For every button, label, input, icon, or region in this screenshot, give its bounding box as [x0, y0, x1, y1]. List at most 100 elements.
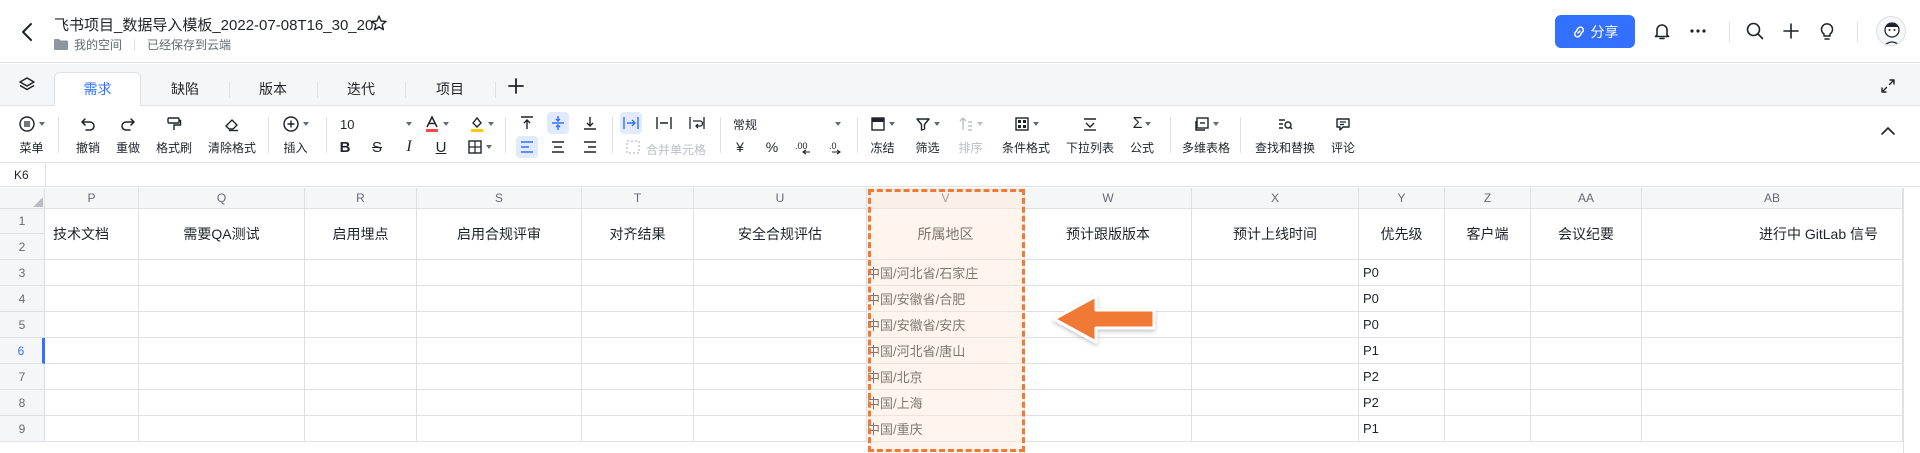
bold-button[interactable]: B — [334, 136, 356, 158]
region-cell[interactable]: 中国/河北省/石家庄 — [867, 260, 1025, 286]
table-cell[interactable] — [582, 390, 694, 416]
underline-button[interactable]: U — [430, 136, 452, 158]
table-cell[interactable] — [1025, 260, 1192, 286]
table-cell[interactable] — [1642, 286, 1903, 312]
row-header[interactable]: 4 — [0, 286, 45, 312]
tab-projects[interactable]: 项目 — [405, 72, 495, 106]
cell-reference[interactable]: K6 — [14, 168, 29, 182]
currency-button[interactable]: ¥ — [729, 136, 751, 158]
table-cell[interactable] — [1642, 260, 1903, 286]
row-header[interactable]: 3 — [0, 260, 45, 286]
column-header[interactable]: V — [867, 188, 1025, 209]
table-cell[interactable] — [694, 416, 867, 442]
align-middle-button[interactable] — [547, 112, 569, 134]
plus-icon[interactable] — [1779, 19, 1803, 43]
add-tab-icon[interactable] — [506, 76, 526, 96]
table-cell[interactable] — [1445, 416, 1531, 442]
table-cell[interactable] — [1642, 312, 1903, 338]
table-cell[interactable] — [305, 286, 417, 312]
priority-cell[interactable]: P1 — [1359, 416, 1445, 442]
row-header[interactable]: 5 — [0, 312, 45, 338]
column-header[interactable]: T — [582, 188, 694, 209]
more-icon[interactable] — [1686, 19, 1710, 43]
clear-format-button[interactable]: 清除格式 — [208, 113, 256, 156]
column-header[interactable]: W — [1025, 188, 1192, 209]
search-icon[interactable] — [1743, 19, 1767, 43]
table-cell[interactable] — [1192, 364, 1359, 390]
table-cell[interactable] — [305, 390, 417, 416]
table-cell[interactable] — [694, 312, 867, 338]
column-header[interactable]: AB — [1642, 188, 1903, 209]
table-cell[interactable] — [582, 364, 694, 390]
insert-button[interactable]: 插入 — [282, 113, 309, 156]
italic-button[interactable]: I — [398, 136, 420, 158]
table-cell[interactable] — [1445, 260, 1531, 286]
border-button[interactable] — [462, 136, 496, 158]
table-cell[interactable] — [45, 312, 139, 338]
row-header[interactable]: 1 — [0, 209, 45, 234]
table-cell[interactable] — [1445, 312, 1531, 338]
table-cell[interactable] — [1445, 286, 1531, 312]
header-cell[interactable]: 预计上线时间 — [1192, 209, 1359, 260]
table-cell[interactable] — [417, 312, 582, 338]
tab-requirements[interactable]: 需求 — [54, 72, 141, 106]
table-cell[interactable] — [139, 312, 305, 338]
table-cell[interactable] — [417, 364, 582, 390]
multi-dim-table-button[interactable]: 多维表格 — [1182, 113, 1230, 156]
table-cell[interactable] — [417, 286, 582, 312]
font-size-select[interactable]: 10 — [340, 114, 412, 134]
table-cell[interactable] — [305, 416, 417, 442]
row-header[interactable]: 7 — [0, 364, 45, 390]
table-cell[interactable] — [417, 338, 582, 364]
table-cell[interactable] — [582, 416, 694, 442]
merge-cells-button[interactable]: 合并单元格 — [646, 141, 706, 158]
filter-button[interactable]: 筛选 — [915, 113, 940, 156]
table-cell[interactable] — [1445, 390, 1531, 416]
header-cell[interactable]: 对齐结果 — [582, 209, 694, 260]
table-cell[interactable] — [694, 338, 867, 364]
table-cell[interactable] — [45, 364, 139, 390]
row-header[interactable]: 9 — [0, 416, 45, 442]
align-top-button[interactable] — [516, 112, 538, 134]
table-cell[interactable] — [1642, 416, 1903, 442]
row-header[interactable]: 8 — [0, 390, 45, 416]
column-header[interactable]: Q — [139, 188, 305, 209]
table-cell[interactable] — [1642, 338, 1903, 364]
table-cell[interactable] — [45, 338, 139, 364]
header-cell[interactable]: 安全合规评估 — [694, 209, 867, 260]
table-cell[interactable] — [305, 338, 417, 364]
tab-iterations[interactable]: 迭代 — [317, 72, 405, 106]
lightbulb-icon[interactable] — [1815, 19, 1839, 43]
table-cell[interactable] — [1642, 390, 1903, 416]
table-cell[interactable] — [582, 312, 694, 338]
sort-button[interactable]: 排序 — [958, 113, 983, 156]
table-cell[interactable] — [417, 260, 582, 286]
table-cell[interactable] — [1192, 260, 1359, 286]
table-cell[interactable] — [694, 286, 867, 312]
percent-button[interactable]: % — [761, 136, 783, 158]
table-cell[interactable] — [1531, 390, 1642, 416]
table-cell[interactable] — [1531, 286, 1642, 312]
star-icon[interactable] — [370, 14, 388, 32]
table-cell[interactable] — [139, 260, 305, 286]
header-cell[interactable]: 启用埋点 — [305, 209, 417, 260]
column-header[interactable]: Y — [1359, 188, 1445, 209]
region-cell[interactable]: 中国/安徽省/安庆 — [867, 312, 1025, 338]
breadcrumb-space[interactable]: 我的空间 — [74, 36, 122, 53]
table-cell[interactable] — [1531, 338, 1642, 364]
column-header[interactable]: AA — [1531, 188, 1642, 209]
table-cell[interactable] — [694, 390, 867, 416]
fullscreen-icon[interactable] — [1880, 78, 1896, 94]
table-cell[interactable] — [1192, 416, 1359, 442]
table-cell[interactable] — [1531, 260, 1642, 286]
header-cell[interactable]: 进行中 GitLab 信号 — [1642, 209, 1903, 260]
priority-cell[interactable]: P0 — [1359, 260, 1445, 286]
tab-defects[interactable]: 缺陷 — [141, 72, 229, 106]
find-replace-button[interactable]: 查找和替换 — [1255, 113, 1315, 156]
region-cell[interactable]: 中国/河北省/唐山 — [867, 338, 1025, 364]
table-cell[interactable] — [694, 364, 867, 390]
table-cell[interactable] — [1025, 416, 1192, 442]
align-bottom-button[interactable] — [579, 112, 601, 134]
format-painter-button[interactable]: 格式刷 — [156, 113, 192, 156]
wrap-overflow-button[interactable] — [620, 112, 642, 134]
